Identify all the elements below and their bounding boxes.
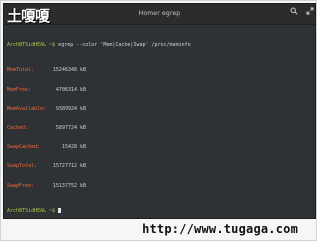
- meminfo-row: Cached: 5897724 kB: [7, 125, 312, 131]
- expand-icon-glyph: [306, 7, 314, 15]
- row-value: 15137752: [52, 182, 77, 189]
- meminfo-row: MemTotal: 15246348 kB: [7, 67, 312, 73]
- row-unit: kB: [80, 144, 87, 151]
- site-logo: 土嗄嗄: [7, 7, 50, 25]
- command-line: ArchBTSidHEAL ~$ egrep --color 'Mem|Cach…: [7, 42, 312, 48]
- row-unit: kB: [80, 105, 87, 112]
- row-unit: kB: [80, 67, 87, 74]
- watermark-url: http://www.tugaga.com: [142, 222, 298, 236]
- row-value: 9389924: [55, 105, 77, 112]
- title-bar: Homer egrep 土嗄嗄: [4, 4, 315, 25]
- row-unit: kB: [80, 182, 87, 189]
- final-prompt-line: ArchBTSidHEAL ~$: [7, 208, 312, 214]
- terminal-window: Homer egrep 土嗄嗄 ArchBTSidHEAL ~$ egrep -…: [3, 3, 316, 219]
- row-label: Cached:: [7, 125, 29, 132]
- search-icon[interactable]: [287, 6, 301, 20]
- search-icon-glyph: [290, 7, 298, 15]
- meminfo-row: SwapTotal: 15727712 kB: [7, 163, 312, 169]
- row-value: 15428: [61, 144, 77, 151]
- command-text: egrep --color 'Mem|Cache|Swap' /proc/mem…: [55, 41, 191, 48]
- expand-icon[interactable]: [303, 6, 315, 20]
- meminfo-row: SwapFree: 15137752 kB: [7, 183, 312, 189]
- screenshot-frame: Homer egrep 土嗄嗄 ArchBTSidHEAL ~$ egrep -…: [0, 0, 317, 241]
- row-label: SwapTotal:: [7, 163, 38, 170]
- row-label: SwapFree:: [7, 182, 35, 189]
- row-unit: kB: [80, 163, 87, 170]
- watermark-text: http://www.tugaga.com: [1, 218, 318, 240]
- row-label: MemFree:: [7, 86, 32, 93]
- row-value: 5897724: [55, 125, 77, 132]
- meminfo-row: SwapCached: 15428 kB: [7, 144, 312, 150]
- row-unit: kB: [80, 86, 87, 93]
- meminfo-row: MemFree: 4706314 kB: [7, 87, 312, 93]
- row-value: 15246348: [52, 67, 77, 74]
- prompt: ArchBTSidHEAL ~$: [7, 41, 56, 48]
- meminfo-row: MemAvailable: 9389924 kB: [7, 106, 312, 112]
- row-label: MemTotal:: [7, 67, 35, 74]
- row-label: SwapCached:: [7, 144, 41, 151]
- row-value: 4706314: [55, 86, 77, 93]
- prompt: ArchBTSidHEAL ~$: [7, 208, 56, 215]
- terminal-output[interactable]: ArchBTSidHEAL ~$ egrep --color 'Mem|Cach…: [7, 29, 312, 215]
- text-cursor: [58, 208, 62, 214]
- row-unit: kB: [80, 125, 87, 132]
- row-value: 15727712: [52, 163, 77, 170]
- window-title: Homer egrep: [138, 10, 181, 17]
- row-label: MemAvailable:: [7, 105, 47, 112]
